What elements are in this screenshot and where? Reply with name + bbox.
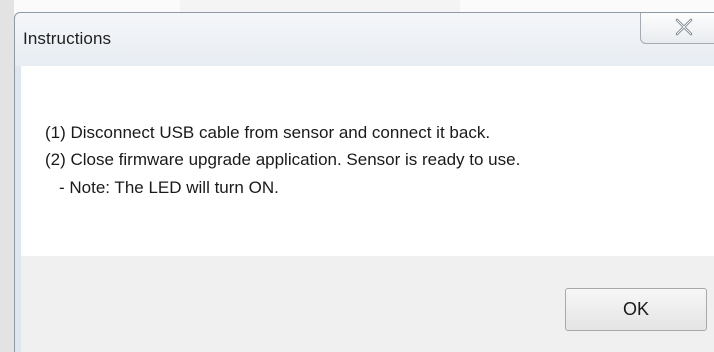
dialog-titlebar[interactable]: Instructions xyxy=(15,13,714,66)
instructions-dialog: Instructions (1) Disconnect USB cable fr… xyxy=(14,12,714,352)
dialog-footer: OK xyxy=(21,256,714,352)
dialog-title: Instructions xyxy=(23,29,112,48)
screen: Instructions (1) Disconnect USB cable fr… xyxy=(0,0,714,352)
close-x-icon xyxy=(675,18,693,36)
ok-button[interactable]: OK xyxy=(565,288,707,331)
instruction-note: - Note: The LED will turn ON. xyxy=(59,178,279,197)
close-button[interactable] xyxy=(640,13,714,44)
message-area: (1) Disconnect USB cable from sensor and… xyxy=(21,66,714,256)
instruction-step-2: (2) Close firmware upgrade application. … xyxy=(45,150,521,169)
background-window-edge xyxy=(0,0,14,352)
instruction-step-1: (1) Disconnect USB cable from sensor and… xyxy=(45,123,491,142)
dialog-body: (1) Disconnect USB cable from sensor and… xyxy=(21,66,714,352)
